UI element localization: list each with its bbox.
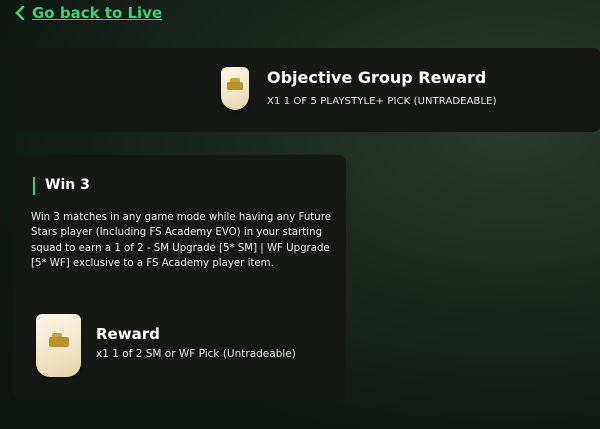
back-to-live-link[interactable]: Go back to Live: [14, 4, 162, 22]
group-reward-subtitle: X1 1 OF 5 PLAYSTYLE+ PICK (UNTRADEABLE): [267, 96, 497, 107]
objective-title: Win 3: [45, 177, 90, 193]
pack-card-icon: [221, 67, 249, 110]
objective-card[interactable]: Win 3 Win 3 matches in any game mode whi…: [13, 155, 346, 400]
reward-title: Reward: [96, 325, 160, 343]
back-link-label: Go back to Live: [32, 4, 163, 22]
pack-card-icon: [36, 314, 81, 377]
objective-description: Win 3 matches in any game mode while hav…: [31, 212, 331, 269]
title-accent-bar: [33, 177, 35, 195]
group-reward-title: Objective Group Reward: [267, 68, 487, 87]
objective-group-reward-card: Objective Group Reward X1 1 OF 5 PLAYSTY…: [13, 48, 600, 132]
reward-subtitle: x1 1 of 2 SM or WF Pick (Untradeable): [96, 348, 296, 360]
chevron-left-icon: [15, 6, 25, 20]
